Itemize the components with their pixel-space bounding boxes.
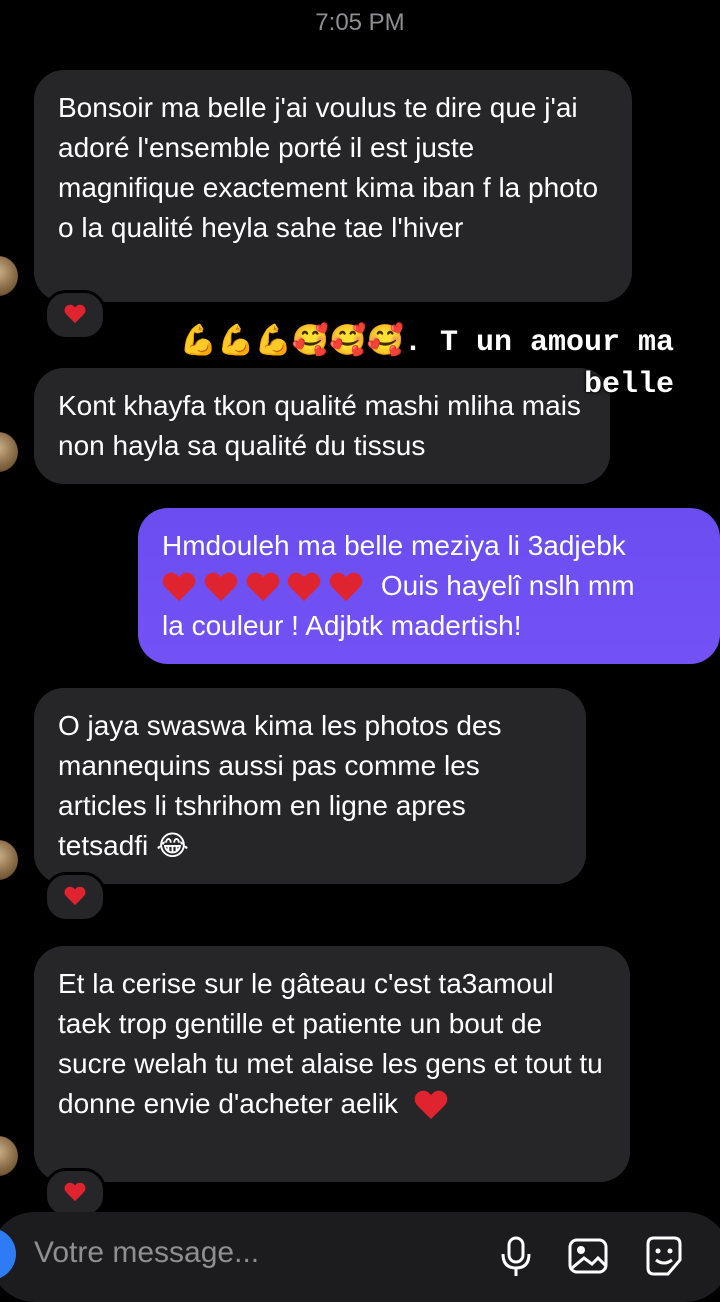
- message-line-3: la couleur ! Adjbtk madertish!: [162, 610, 522, 641]
- message-input[interactable]: Votre message...: [34, 1236, 259, 1270]
- message-bubble-incoming[interactable]: Et la cerise sur le gâteau c'est ta3amou…: [34, 946, 630, 1182]
- avatar[interactable]: [0, 256, 18, 296]
- message-text: Bonsoir ma belle j'ai voulus te dire que…: [58, 92, 599, 243]
- message-bubble-outgoing[interactable]: Hmdouleh ma belle meziya li 3adjebk Ouis…: [138, 508, 720, 664]
- microphone-icon[interactable]: [494, 1234, 538, 1278]
- heart-icon: [64, 305, 86, 325]
- message-text: Et la cerise sur le gâteau c'est ta3amou…: [58, 968, 603, 1119]
- reaction-badge[interactable]: [44, 872, 106, 922]
- message-bubble-incoming[interactable]: Bonsoir ma belle j'ai voulus te dire que…: [34, 70, 632, 302]
- overlay-emojis: 💪💪💪🥰🥰🥰: [179, 323, 404, 358]
- heart-icon: [414, 1091, 448, 1121]
- message-bubble-incoming[interactable]: O jaya swaswa kima les photos des manneq…: [34, 688, 586, 884]
- overlay-text: 💪💪💪🥰🥰🥰. T un amour ma belle: [180, 320, 674, 406]
- avatar[interactable]: [0, 432, 18, 472]
- overlay-line-2: belle: [583, 368, 674, 402]
- reaction-badge[interactable]: [44, 1168, 106, 1218]
- overlay-line-1: . T un amour ma: [403, 326, 674, 360]
- message-line-2-text: Ouis hayelî nslh mm: [380, 570, 635, 601]
- avatar[interactable]: [0, 840, 18, 880]
- heart-icon: [329, 573, 363, 603]
- reaction-badge[interactable]: [44, 290, 106, 340]
- heart-icon: [64, 887, 86, 907]
- heart-icon: [204, 573, 238, 603]
- avatar[interactable]: [0, 1136, 18, 1176]
- camera-button[interactable]: [0, 1228, 16, 1280]
- heart-icon: [287, 573, 321, 603]
- message-text: O jaya swaswa kima les photos des manneq…: [58, 710, 502, 861]
- message-composer[interactable]: Votre message...: [0, 1212, 720, 1302]
- heart-icon: [162, 573, 196, 603]
- message-line-2: Ouis hayelî nslh mm: [162, 566, 696, 606]
- message-line-1: Hmdouleh ma belle meziya li 3adjebk: [162, 530, 626, 561]
- gallery-icon[interactable]: [566, 1234, 610, 1278]
- heart-icon: [64, 1183, 86, 1203]
- heart-icon: [246, 573, 280, 603]
- sticker-icon[interactable]: [642, 1234, 686, 1278]
- timestamp: 7:05 PM: [315, 9, 405, 36]
- laughing-emoji: 😂: [156, 829, 189, 862]
